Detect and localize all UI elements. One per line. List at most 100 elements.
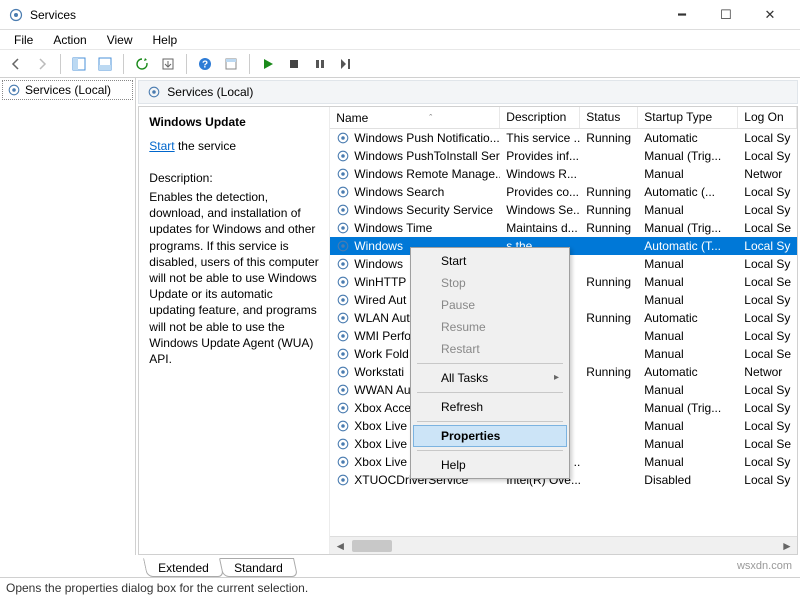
tab-standard[interactable]: Standard xyxy=(219,558,298,577)
cell-logon: Networ xyxy=(738,364,797,380)
start-service-link[interactable]: Start xyxy=(149,139,174,153)
service-row[interactable]: Windows Security ServiceWindows Se...Run… xyxy=(330,201,797,219)
tab-extended[interactable]: Extended xyxy=(143,558,224,577)
gear-icon xyxy=(336,329,350,343)
cell-status xyxy=(580,299,638,301)
scrollbar-thumb[interactable] xyxy=(352,540,392,552)
horizontal-scrollbar[interactable]: ◄ ► xyxy=(330,536,797,554)
cell-description: This service ... xyxy=(500,130,580,146)
gear-icon xyxy=(336,131,350,145)
service-row[interactable]: Windows TimeMaintains d...RunningManual … xyxy=(330,219,797,237)
status-text: Opens the properties dialog box for the … xyxy=(6,581,308,595)
pause-service-button[interactable] xyxy=(308,52,332,76)
menu-help[interactable]: Help xyxy=(145,31,186,49)
ctx-refresh[interactable]: Refresh xyxy=(413,396,567,418)
service-name-text: Windows Push Notificatio... xyxy=(354,131,499,145)
service-row[interactable]: Windows Remote Manage...Windows R...Manu… xyxy=(330,165,797,183)
cell-logon: Local Sy xyxy=(738,400,797,416)
column-startup-type[interactable]: Startup Type xyxy=(638,107,738,128)
cell-startup-type: Manual xyxy=(638,166,738,182)
gear-icon xyxy=(336,473,350,487)
cell-name: Windows Time xyxy=(330,220,500,236)
cell-status: Running xyxy=(580,130,638,146)
service-row[interactable]: Windows SearchProvides co...RunningAutom… xyxy=(330,183,797,201)
cell-startup-type: Manual xyxy=(638,346,738,362)
properties-button[interactable] xyxy=(219,52,243,76)
cell-logon: Networ xyxy=(738,166,797,182)
ctx-all-tasks[interactable]: All Tasks▸ xyxy=(413,367,567,389)
cell-status: Running xyxy=(580,202,638,218)
scroll-right-icon[interactable]: ► xyxy=(779,539,795,553)
cell-startup-type: Manual xyxy=(638,382,738,398)
service-name-text: Windows PushToInstall Serv... xyxy=(354,149,500,163)
menubar: File Action View Help xyxy=(0,30,800,50)
close-button[interactable]: ✕ xyxy=(748,1,792,29)
ctx-separator xyxy=(417,392,563,393)
ctx-restart[interactable]: Restart xyxy=(413,338,567,360)
gear-icon xyxy=(336,437,350,451)
gear-icon xyxy=(336,311,350,325)
export-list-button[interactable] xyxy=(156,52,180,76)
help-button[interactable]: ? xyxy=(193,52,217,76)
ctx-pause[interactable]: Pause xyxy=(413,294,567,316)
start-service-button[interactable] xyxy=(256,52,280,76)
gear-icon xyxy=(336,257,350,271)
service-name-text: WLAN Aut xyxy=(354,311,409,325)
start-service-line: Start the service xyxy=(149,139,319,153)
column-status[interactable]: Status xyxy=(580,107,638,128)
ctx-start[interactable]: Start xyxy=(413,250,567,272)
column-description[interactable]: Description xyxy=(500,107,580,128)
cell-logon: Local Se xyxy=(738,346,797,362)
restart-service-button[interactable] xyxy=(334,52,358,76)
column-name[interactable]: Nameˆ xyxy=(330,107,500,128)
maximize-button[interactable]: ☐ xyxy=(704,1,748,29)
service-row[interactable]: Windows PushToInstall Serv...Provides in… xyxy=(330,147,797,165)
cell-status xyxy=(580,335,638,337)
gear-icon xyxy=(336,401,350,415)
stop-service-button[interactable] xyxy=(282,52,306,76)
forward-button[interactable] xyxy=(30,52,54,76)
cell-status xyxy=(580,425,638,427)
ctx-stop[interactable]: Stop xyxy=(413,272,567,294)
cell-description: Provides co... xyxy=(500,184,580,200)
cell-logon: Local Se xyxy=(738,436,797,452)
titlebar: Services ━ ☐ ✕ xyxy=(0,0,800,30)
menu-view[interactable]: View xyxy=(99,31,141,49)
scroll-left-icon[interactable]: ◄ xyxy=(332,539,348,553)
cell-startup-type: Manual xyxy=(638,418,738,434)
gear-icon xyxy=(336,365,350,379)
cell-description: Maintains d... xyxy=(500,220,580,236)
menu-action[interactable]: Action xyxy=(45,31,94,49)
minimize-button[interactable]: ━ xyxy=(660,1,704,29)
right-header-label: Services (Local) xyxy=(167,85,253,99)
ctx-help[interactable]: Help xyxy=(413,454,567,476)
menu-file[interactable]: File xyxy=(6,31,41,49)
column-logon[interactable]: Log On xyxy=(738,107,797,128)
show-hide-tree-button[interactable] xyxy=(67,52,91,76)
cell-status: Running xyxy=(580,364,638,380)
back-button[interactable] xyxy=(4,52,28,76)
service-row[interactable]: Windows Push Notificatio...This service … xyxy=(330,129,797,147)
gear-icon xyxy=(336,419,350,433)
service-name-text: Work Fold xyxy=(354,347,408,361)
show-hide-results-button[interactable] xyxy=(93,52,117,76)
cell-logon: Local Sy xyxy=(738,184,797,200)
cell-startup-type: Manual xyxy=(638,256,738,272)
cell-logon: Local Sy xyxy=(738,292,797,308)
svg-text:?: ? xyxy=(202,59,208,70)
ctx-resume[interactable]: Resume xyxy=(413,316,567,338)
service-name-text: Xbox Acce xyxy=(354,401,411,415)
service-name-text: WMI Perfo xyxy=(354,329,411,343)
tree-item-services-local[interactable]: Services (Local) xyxy=(2,80,133,100)
context-menu: Start Stop Pause Resume Restart All Task… xyxy=(410,247,570,479)
cell-startup-type: Automatic (... xyxy=(638,184,738,200)
ctx-properties[interactable]: Properties xyxy=(413,425,567,447)
cell-startup-type: Automatic (T... xyxy=(638,238,738,254)
refresh-button[interactable] xyxy=(130,52,154,76)
start-service-suffix: the service xyxy=(175,139,236,153)
submenu-arrow-icon: ▸ xyxy=(554,372,559,383)
service-name-text: Wired Aut xyxy=(354,293,406,307)
cell-description: Provides inf... xyxy=(500,148,580,164)
cell-name: Windows Remote Manage... xyxy=(330,166,500,182)
ctx-separator xyxy=(417,421,563,422)
